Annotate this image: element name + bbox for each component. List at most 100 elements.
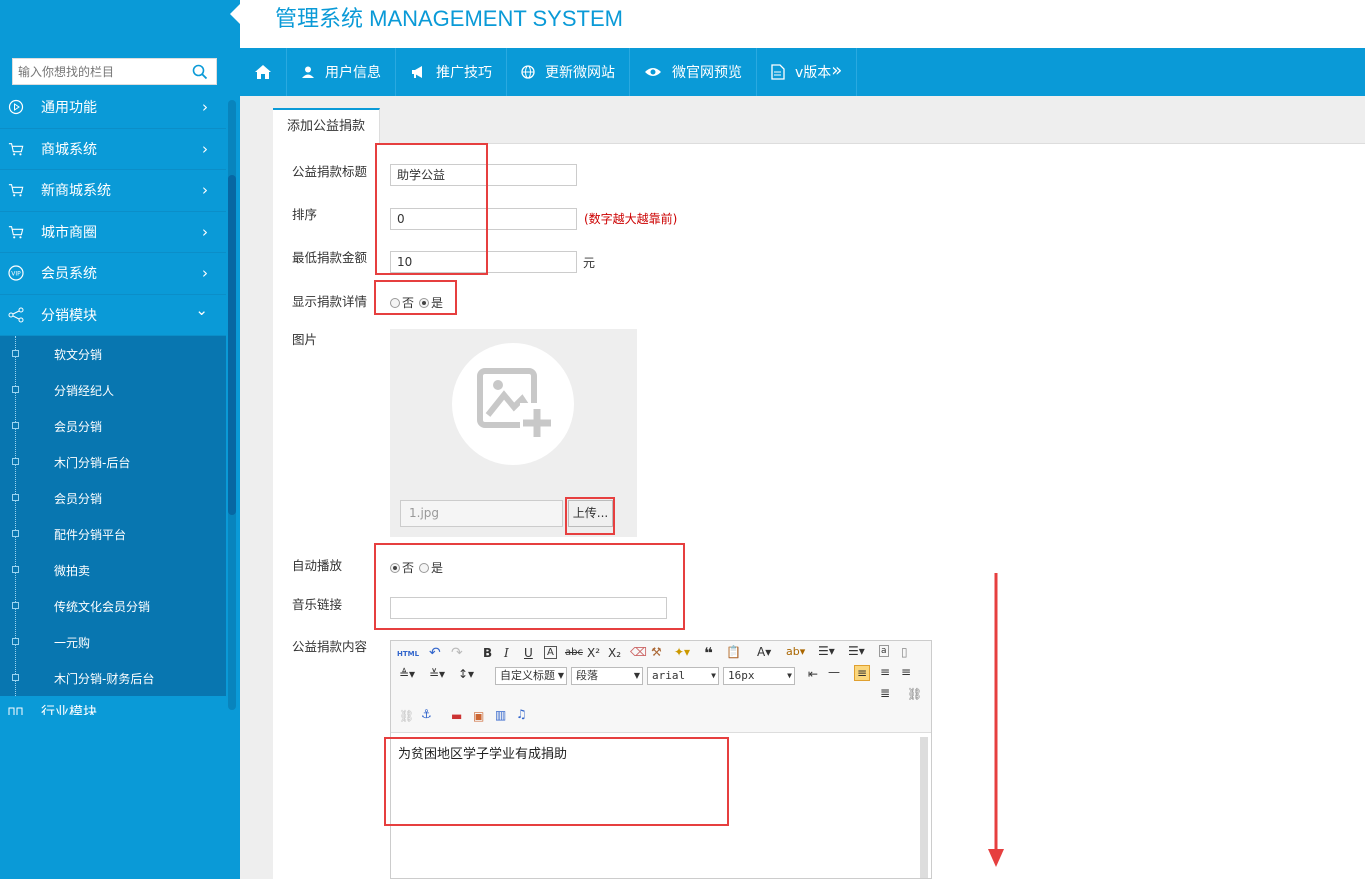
submenu-item[interactable]: 传统文化会员分销 [0, 588, 226, 624]
highlight-icon[interactable]: ab▾ [786, 645, 805, 658]
font-border-icon[interactable]: A [544, 646, 557, 659]
submenu-item[interactable]: 软文分销 [0, 336, 226, 372]
distribution-submenu: 软文分销 分销经纪人 会员分销 木门分销-后台 会员分销 配件分销平台 微拍卖 … [0, 336, 226, 696]
nav-update-site[interactable]: 更新微网站 [507, 48, 630, 96]
sidebar-bottom [0, 715, 240, 879]
superscript-icon[interactable]: X² [587, 646, 600, 660]
font-size-select[interactable]: 16px ▼ [723, 667, 795, 685]
nav-home[interactable] [240, 48, 287, 96]
tree-node-icon [12, 638, 19, 645]
editor-toolbar: HTML ↶ ↷ B I U A abc X² X₂ ⌫ ⚒ ✦▾ ❝ 📋 A▾… [391, 641, 931, 733]
eye-icon [644, 66, 662, 78]
case-icon[interactable]: a [879, 645, 889, 657]
music-icon[interactable]: ♫ [516, 707, 527, 721]
auto-format-icon[interactable]: ✦▾ [674, 645, 690, 659]
title-label: 公益捐款标题 [292, 164, 368, 179]
image-label: 图片 [292, 332, 318, 347]
scrollbar-thumb[interactable] [228, 175, 236, 515]
sidebar-item-new-mall[interactable]: 新商城系统 › [0, 170, 226, 212]
eraser-icon[interactable]: ⌫ [630, 645, 647, 659]
submenu-item[interactable]: 会员分销 [0, 408, 226, 444]
submenu-item[interactable]: 木门分销-后台 [0, 444, 226, 480]
nav-promo-tips[interactable]: 推广技巧 [396, 48, 507, 96]
collapse-notch[interactable] [230, 3, 240, 25]
unlink-icon[interactable]: ⛓ [399, 709, 414, 723]
double-chevron-icon: » [831, 59, 843, 81]
sidebar-item-member[interactable]: VIP 会员系统 › [0, 253, 226, 295]
submenu-item[interactable]: 分销经纪人 [0, 372, 226, 408]
select-value: arial [652, 669, 686, 682]
style-select[interactable]: 自定义标题 ▼ [495, 667, 567, 685]
indent-icon[interactable]: ⇤ [808, 667, 818, 681]
html-button[interactable]: HTML [397, 650, 419, 658]
sidebar-search-input[interactable] [13, 59, 183, 84]
link-icon[interactable]: ⛓ [907, 687, 922, 701]
nav-preview[interactable]: 微官网预览 [630, 48, 757, 96]
quote-icon[interactable]: ❝ [704, 644, 713, 662]
submenu-item[interactable]: 配件分销平台 [0, 516, 226, 552]
align-center-icon[interactable]: ≡ [880, 665, 890, 679]
align-left-icon[interactable]: ≡ [854, 665, 871, 681]
submenu-label: 木门分销-后台 [54, 455, 131, 470]
search-icon[interactable] [192, 64, 208, 84]
subscript-icon[interactable]: X₂ [608, 646, 621, 660]
format-brush-icon[interactable]: ⚒ [651, 645, 662, 659]
cart-icon [8, 182, 24, 198]
horizontal-rule-icon[interactable]: — [828, 665, 840, 679]
sidebar-item-mall[interactable]: 商城系统 › [0, 128, 226, 170]
submenu-label: 传统文化会员分销 [54, 599, 151, 614]
bold-icon[interactable]: B [483, 646, 492, 660]
sidebar-item-label: 新商城系统 [41, 183, 111, 200]
submenu-item[interactable]: 微拍卖 [0, 552, 226, 588]
blank-page-icon[interactable]: ▯ [901, 645, 908, 659]
annotation-arrow-icon [988, 573, 1004, 867]
sidebar-item-city[interactable]: 城市商圈 › [0, 211, 226, 253]
sort-label: 排序 [292, 207, 318, 222]
paste-plain-icon[interactable]: 📋 [726, 645, 741, 659]
chevron-down-icon: ⌄ [195, 300, 208, 319]
align-justify-icon[interactable]: ≣ [880, 686, 890, 700]
sidebar-item-general[interactable]: 通用功能 › [0, 87, 226, 129]
nav-user-info[interactable]: 用户信息 [287, 48, 396, 96]
submenu-item[interactable]: 一元购 [0, 624, 226, 660]
row-spacing-bottom-icon[interactable]: ≚▾ [429, 667, 445, 681]
line-height-icon[interactable]: ↕▾ [458, 667, 474, 681]
image-placeholder[interactable] [452, 343, 574, 465]
chevron-right-icon: › [202, 222, 208, 241]
nav-version[interactable]: v版本 » [757, 48, 858, 96]
sidebar-scrollbar[interactable] [228, 100, 236, 710]
ordered-list-icon[interactable]: ☰▾ [818, 644, 835, 658]
multi-image-icon[interactable]: ▣ [473, 709, 484, 723]
paragraph-select[interactable]: 段落 ▼ [571, 667, 643, 685]
submenu-label: 微拍卖 [54, 563, 91, 578]
underline-icon[interactable]: U [524, 646, 533, 660]
video-icon[interactable]: ▥ [495, 708, 506, 722]
row-spacing-top-icon[interactable]: ≜▾ [399, 667, 415, 681]
font-color-icon[interactable]: A▾ [757, 645, 771, 659]
align-right-icon[interactable]: ≡ [901, 665, 911, 679]
sidebar-item-industry[interactable]: 行业模块 [0, 696, 226, 716]
show-details-label: 显示捐款详情 [292, 294, 368, 309]
tab-add-donation[interactable]: 添加公益捐款 [273, 108, 381, 144]
redo-icon[interactable]: ↷ [451, 645, 463, 661]
nav-label: 微官网预览 [672, 65, 742, 81]
editor-scrollbar[interactable] [920, 737, 928, 878]
submenu-label: 会员分销 [54, 491, 103, 506]
italic-icon[interactable]: I [504, 646, 509, 660]
strikethrough-icon[interactable]: abc [565, 647, 583, 658]
sidebar-menu: 通用功能 › 商城系统 › 新商城系统 › 城市商圈 › VIP 会员系统 › … [0, 87, 226, 716]
nav-label: 推广技巧 [436, 65, 492, 81]
megaphone-icon [410, 65, 426, 79]
cart-icon [8, 141, 24, 157]
submenu-item[interactable]: 木门分销-财务后台 [0, 660, 226, 696]
annotation-box [374, 280, 457, 315]
image-icon[interactable]: ▬ [451, 709, 462, 723]
undo-icon[interactable]: ↶ [429, 645, 441, 661]
anchor-icon[interactable]: ⚓ [421, 707, 432, 721]
submenu-item[interactable]: 会员分销 [0, 480, 226, 516]
dropdown-icon: ▼ [557, 671, 564, 680]
globe-icon [521, 65, 535, 79]
font-family-select[interactable]: arial ▼ [647, 667, 719, 685]
sidebar-item-distribution[interactable]: 分销模块 ⌄ [0, 294, 226, 336]
unordered-list-icon[interactable]: ☰▾ [848, 644, 865, 658]
